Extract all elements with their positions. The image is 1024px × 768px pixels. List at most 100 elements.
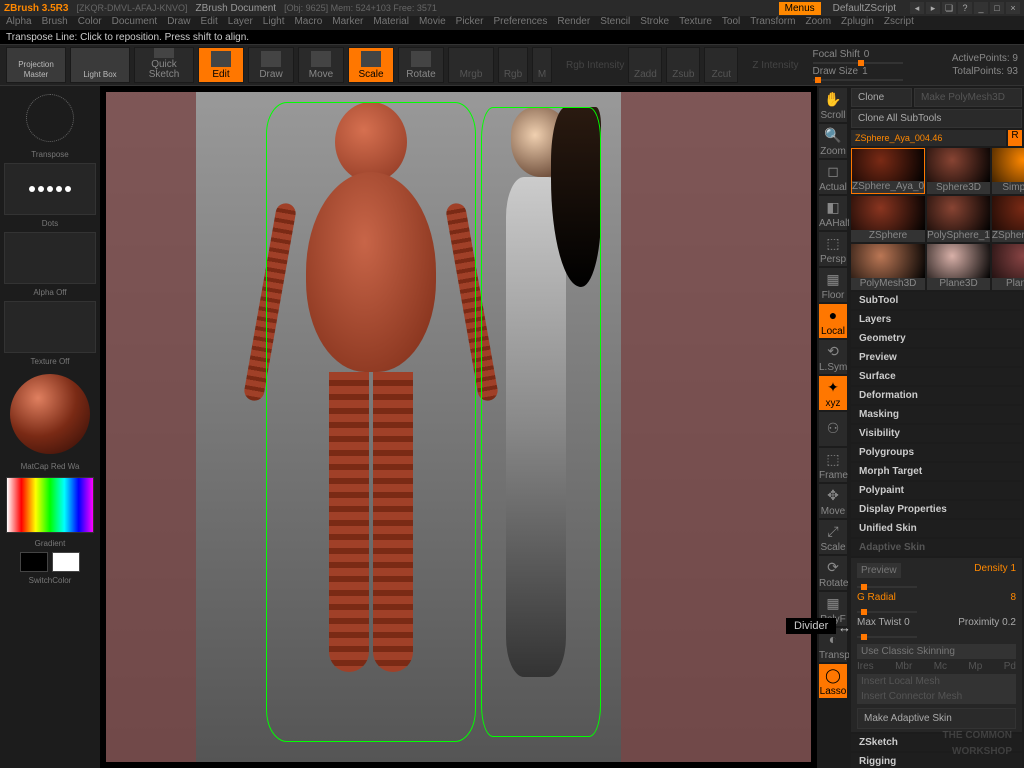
active-tool[interactable]: ZSphere_Aya_004.46 — [851, 130, 1006, 146]
clone-button[interactable]: Clone — [851, 88, 912, 107]
canvas[interactable] — [106, 92, 811, 762]
menu-layer[interactable]: Layer — [228, 16, 253, 30]
lasso-button[interactable]: ◯Lasso — [819, 664, 847, 698]
tool-cell-Sphere3D[interactable]: Sphere3D — [927, 148, 990, 194]
menu-color[interactable]: Color — [78, 16, 102, 30]
solo-button[interactable]: ⚇ — [819, 412, 847, 446]
tool-cell-SimpleBrush[interactable]: SimpleBrush — [992, 148, 1024, 194]
view-scale-button[interactable]: ⤢Scale — [819, 520, 847, 554]
preview-button[interactable]: Preview — [857, 563, 901, 578]
aahalf-button[interactable]: ◧AAHalf — [819, 196, 847, 230]
menu-zplugin[interactable]: Zplugin — [841, 16, 874, 30]
menu-zscript[interactable]: Zscript — [884, 16, 914, 30]
view-move-button[interactable]: ✥Move — [819, 484, 847, 518]
material-sphere[interactable] — [10, 374, 90, 454]
scroll-button[interactable]: ✋Scroll — [819, 88, 847, 122]
next-icon[interactable]: ▸ — [926, 2, 940, 14]
max-icon[interactable]: □ — [990, 2, 1004, 14]
draw-size-slider[interactable] — [813, 79, 903, 81]
tool-cell-Plane3D_1[interactable]: Plane3D_1 — [992, 244, 1024, 290]
swatch-secondary[interactable] — [20, 552, 48, 572]
tool-cell-ZSphere_Aya_00[interactable]: ZSphere_Aya_00 — [992, 196, 1024, 242]
tool-cell-Plane3D[interactable]: Plane3D — [927, 244, 990, 290]
focal-shift-slider[interactable] — [813, 62, 903, 64]
mrgb-button[interactable]: Mrgb — [448, 47, 494, 83]
menu-stroke[interactable]: Stroke — [640, 16, 669, 30]
prev-icon[interactable]: ◂ — [910, 2, 924, 14]
tool-cell-PolySphere_1[interactable]: PolySphere_1 — [927, 196, 990, 242]
menu-document[interactable]: Document — [112, 16, 158, 30]
maxtwist-slider[interactable] — [857, 636, 917, 638]
zadd-button[interactable]: Zadd — [628, 47, 662, 83]
section-display-properties[interactable]: Display Properties — [851, 501, 1022, 518]
section-deformation[interactable]: Deformation — [851, 387, 1022, 404]
section-preview[interactable]: Preview — [851, 349, 1022, 366]
min-icon[interactable]: _ — [974, 2, 988, 14]
classic-skinning-button[interactable]: Use Classic Skinning — [857, 644, 1016, 659]
section-surface[interactable]: Surface — [851, 368, 1022, 385]
stack-icon[interactable]: ❏ — [942, 2, 956, 14]
clone-subtools-button[interactable]: Clone All SubTools — [851, 109, 1022, 128]
gradial-slider[interactable] — [857, 611, 917, 613]
menu-texture[interactable]: Texture — [679, 16, 712, 30]
close-icon[interactable]: × — [1006, 2, 1020, 14]
persp-button[interactable]: ⬚Persp — [819, 232, 847, 266]
rgb-button[interactable]: Rgb — [498, 47, 528, 83]
m-button[interactable]: M — [532, 47, 552, 83]
insert-local-mesh-button[interactable]: Insert Local Mesh — [857, 674, 1016, 689]
section-polypaint[interactable]: Polypaint — [851, 482, 1022, 499]
actual-button[interactable]: ◻Actual — [819, 160, 847, 194]
density-slider[interactable] — [857, 586, 917, 588]
draw-button[interactable]: Draw — [248, 47, 294, 83]
section-morph-target[interactable]: Morph Target — [851, 463, 1022, 480]
tool-cell-ZSphere_Aya_0[interactable]: ZSphere_Aya_0 — [851, 148, 925, 194]
local-button[interactable]: ●Local — [819, 304, 847, 338]
lsym-button[interactable]: ⟲L.Sym — [819, 340, 847, 374]
swatch-primary[interactable] — [52, 552, 80, 572]
section-adaptive-skin[interactable]: Adaptive Skin — [851, 539, 1022, 556]
xyz-button[interactable]: ✦xyz — [819, 376, 847, 410]
move-button[interactable]: Move — [298, 47, 344, 83]
menu-zoom[interactable]: Zoom — [805, 16, 831, 30]
help-icon[interactable]: ? — [958, 2, 972, 14]
menu-tool[interactable]: Tool — [722, 16, 740, 30]
zoom-button[interactable]: 🔍Zoom — [819, 124, 847, 158]
view-rotate-button[interactable]: ⟳Rotate — [819, 556, 847, 590]
makepolymesh-button[interactable]: Make PolyMesh3D — [914, 88, 1022, 107]
menu-material[interactable]: Material — [373, 16, 409, 30]
menu-movie[interactable]: Movie — [419, 16, 446, 30]
transpose-widget-icon[interactable] — [26, 94, 74, 142]
quicksketch-button[interactable]: Quick Sketch — [134, 47, 194, 83]
defaultzscript[interactable]: DefaultZScript — [833, 3, 896, 14]
menu-light[interactable]: Light — [263, 16, 285, 30]
menu-render[interactable]: Render — [557, 16, 590, 30]
menu-alpha[interactable]: Alpha — [6, 16, 32, 30]
projection-master-button[interactable]: Projection Master — [6, 47, 66, 83]
texture-slot[interactable] — [4, 301, 96, 353]
rotate-button[interactable]: Rotate — [398, 47, 444, 83]
section-visibility[interactable]: Visibility — [851, 425, 1022, 442]
alpha-slot[interactable] — [4, 232, 96, 284]
frame-button[interactable]: ⬚Frame — [819, 448, 847, 482]
section-layers[interactable]: Layers — [851, 311, 1022, 328]
switchcolor-label[interactable]: SwitchColor — [4, 576, 96, 585]
menu-edit[interactable]: Edit — [201, 16, 218, 30]
swap-tool-button[interactable]: R — [1008, 130, 1022, 146]
scale-button[interactable]: Scale — [348, 47, 394, 83]
menu-preferences[interactable]: Preferences — [493, 16, 547, 30]
menu-draw[interactable]: Draw — [167, 16, 190, 30]
menu-macro[interactable]: Macro — [294, 16, 322, 30]
lightbox-button[interactable]: Light Box — [70, 47, 130, 83]
menu-marker[interactable]: Marker — [332, 16, 363, 30]
section-unified-skin[interactable]: Unified Skin — [851, 520, 1022, 537]
section-subtool[interactable]: SubTool — [851, 292, 1022, 309]
menu-brush[interactable]: Brush — [42, 16, 68, 30]
section-polygroups[interactable]: Polygroups — [851, 444, 1022, 461]
insert-connector-mesh-button[interactable]: Insert Connector Mesh — [857, 689, 1016, 704]
zsphere-figure-front[interactable] — [266, 102, 476, 742]
make-adaptive-skin-button[interactable]: Make Adaptive Skin — [857, 708, 1016, 729]
floor-button[interactable]: ▦Floor — [819, 268, 847, 302]
menu-picker[interactable]: Picker — [456, 16, 484, 30]
stroke-slot[interactable] — [4, 163, 96, 215]
zcut-button[interactable]: Zcut — [704, 47, 738, 83]
